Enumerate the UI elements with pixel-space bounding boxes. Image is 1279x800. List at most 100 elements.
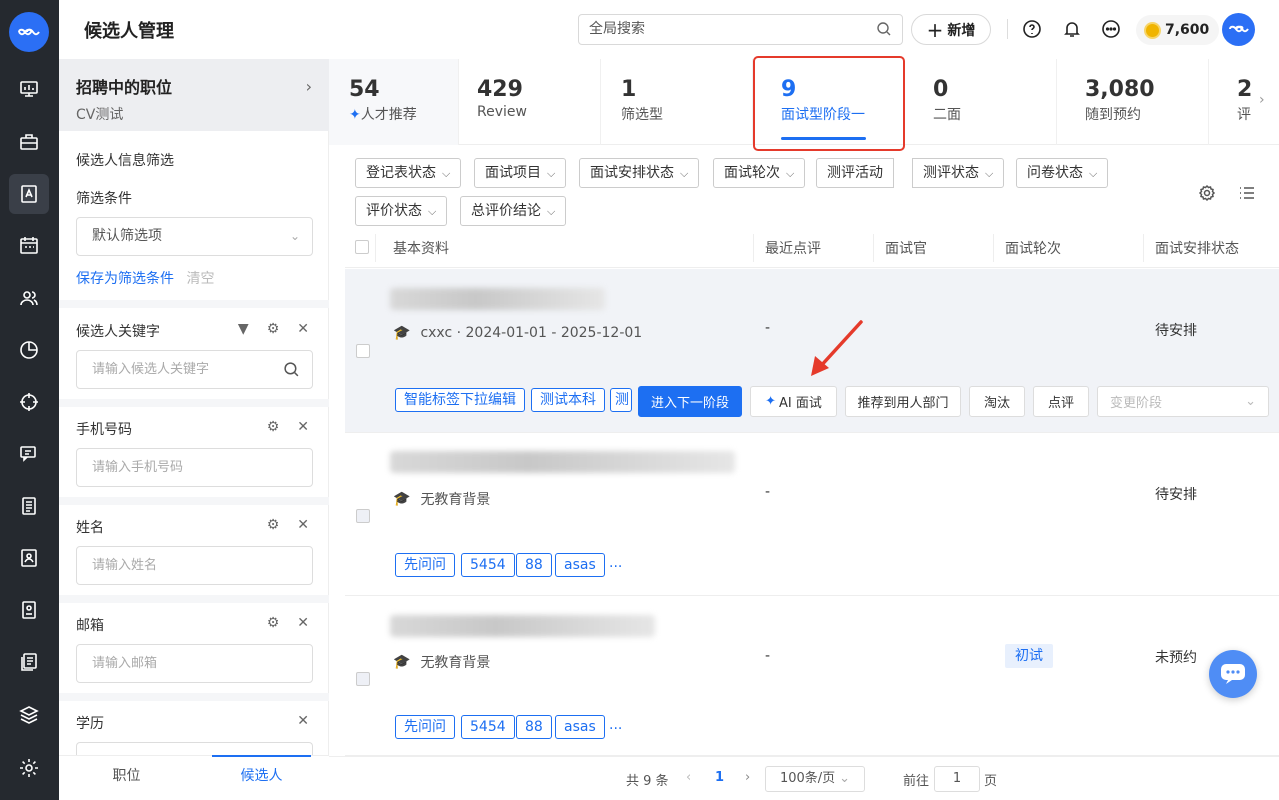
- settings-icon[interactable]: [15, 754, 43, 782]
- badge-icon[interactable]: [15, 596, 43, 624]
- conditions-label: 筛选条件: [76, 191, 132, 207]
- save-filter-link[interactable]: 保存为筛选条件: [76, 271, 174, 287]
- clear-link[interactable]: 清空: [186, 271, 214, 287]
- stage-count: 1: [621, 77, 637, 102]
- global-search-input[interactable]: 全局搜索: [578, 14, 903, 45]
- education-select[interactable]: [76, 742, 313, 755]
- table-row[interactable]: 🎓 无教育背景 - 初试 未预约 先问问 5454 88 asas ...: [345, 596, 1279, 756]
- row-checkbox[interactable]: [356, 672, 370, 686]
- eliminate-button[interactable]: 淘汰: [969, 386, 1025, 417]
- close-icon[interactable]: ✕: [297, 321, 309, 337]
- pie-chart-icon[interactable]: [15, 336, 43, 364]
- candidate-tag[interactable]: 5454: [461, 553, 515, 577]
- gear-icon[interactable]: ⚙: [267, 419, 280, 435]
- bell-icon[interactable]: [1062, 19, 1082, 39]
- stage-tab[interactable]: 2 评: [1217, 59, 1257, 145]
- contact-icon[interactable]: [15, 544, 43, 572]
- gear-icon[interactable]: ⚙: [267, 321, 280, 337]
- stage-tab[interactable]: 1 筛选型: [601, 59, 753, 145]
- candidate-tag[interactable]: 先问问: [395, 553, 455, 577]
- gear-icon[interactable]: ⚙: [267, 517, 280, 533]
- tab-jobs[interactable]: 职位: [59, 756, 194, 800]
- stage-tab[interactable]: 0 二面: [913, 59, 1057, 145]
- chevron-right-icon[interactable]: ›: [1259, 92, 1265, 108]
- ai-interview-button[interactable]: ✦ AI 面试: [750, 386, 837, 417]
- chat-bubble-icon[interactable]: [1209, 650, 1257, 698]
- chip-evaluation-status[interactable]: 评价状态 ⌵: [355, 196, 448, 226]
- chip-interview-project[interactable]: 面试项目 ⌵: [474, 158, 567, 188]
- candidate-tag[interactable]: asas: [555, 715, 605, 739]
- calendar-icon[interactable]: [15, 231, 43, 259]
- next-stage-button[interactable]: 进入下一阶段: [638, 386, 742, 417]
- list-doc-icon[interactable]: [15, 492, 43, 520]
- new-button[interactable]: + 新增: [911, 14, 991, 45]
- chip-overall-conclusion[interactable]: 总评价结论 ⌵: [460, 196, 567, 226]
- candidate-tag[interactable]: 88: [516, 715, 552, 739]
- keyword-input[interactable]: 请输入候选人关键字: [76, 350, 313, 389]
- filter-section-title: 候选人信息筛选: [76, 153, 174, 169]
- candidate-icon[interactable]: [9, 174, 49, 214]
- row-checkbox[interactable]: [356, 344, 370, 358]
- stage-count: 2: [1237, 77, 1253, 102]
- chip-interview-round[interactable]: 面试轮次 ⌵: [713, 158, 806, 188]
- message-icon[interactable]: [15, 440, 43, 468]
- email-input[interactable]: 请输入邮箱: [76, 644, 313, 683]
- avatar[interactable]: [1222, 13, 1255, 46]
- chip-assessment-status[interactable]: 测评状态 ⌵: [912, 158, 1005, 188]
- stage-label: 评: [1237, 107, 1251, 123]
- chevron-left-icon[interactable]: ‹: [686, 770, 691, 785]
- close-icon[interactable]: ✕: [297, 517, 309, 533]
- goto-page-input[interactable]: 1: [934, 766, 980, 792]
- table-row[interactable]: 🎓 无教育背景 - 待安排 先问问 5454 88 asas ...: [345, 433, 1279, 596]
- list-view-icon[interactable]: [1238, 184, 1256, 202]
- tab-candidates[interactable]: 候选人: [194, 755, 329, 800]
- candidate-tag[interactable]: 88: [516, 553, 552, 577]
- chip-survey-status[interactable]: 问卷状态 ⌵: [1016, 158, 1109, 188]
- chip-registration-status[interactable]: 登记表状态 ⌵: [355, 158, 462, 188]
- close-icon[interactable]: ✕: [297, 713, 309, 729]
- page-size-select[interactable]: 100条/页 ⌄: [765, 766, 865, 792]
- divider: [753, 234, 754, 262]
- stage-tab[interactable]: 54 ✦人才推荐: [329, 59, 459, 145]
- target-icon[interactable]: [15, 388, 43, 416]
- job-selector[interactable]: 招聘中的职位 CV测试 ›: [59, 59, 329, 131]
- document-icon[interactable]: [15, 648, 43, 676]
- filter-funnel-icon[interactable]: ▼: [238, 321, 249, 337]
- select-all-checkbox[interactable]: [355, 240, 369, 254]
- stage-tab[interactable]: 429 Review: [457, 59, 601, 145]
- candidate-tag[interactable]: 先问问: [395, 715, 455, 739]
- name-input[interactable]: 请输入姓名: [76, 546, 313, 585]
- users-icon[interactable]: [15, 284, 43, 312]
- more-tags[interactable]: ...: [609, 555, 622, 571]
- close-icon[interactable]: ✕: [297, 419, 309, 435]
- chip-interview-schedule[interactable]: 面试安排状态 ⌵: [579, 158, 700, 188]
- phone-input[interactable]: 请输入手机号码: [76, 448, 313, 487]
- divider: [59, 595, 329, 603]
- more-icon[interactable]: [1101, 19, 1121, 39]
- monitor-icon[interactable]: [15, 75, 43, 103]
- candidate-tag[interactable]: 智能标签下拉编辑: [395, 388, 525, 412]
- candidate-tag[interactable]: 测: [610, 388, 632, 412]
- divider: [59, 399, 329, 407]
- more-tags[interactable]: ...: [609, 717, 622, 733]
- gear-icon[interactable]: ⚙: [267, 615, 280, 631]
- chevron-right-icon[interactable]: ›: [745, 770, 750, 785]
- coins-balance[interactable]: 7,600: [1136, 15, 1219, 45]
- close-icon[interactable]: ✕: [297, 615, 309, 631]
- candidate-tag[interactable]: 5454: [461, 715, 515, 739]
- briefcase-icon[interactable]: [15, 128, 43, 156]
- help-icon[interactable]: [1022, 19, 1042, 39]
- candidate-tag[interactable]: asas: [555, 553, 605, 577]
- app-logo[interactable]: [9, 12, 49, 52]
- stage-tab[interactable]: 3,080 随到预约: [1065, 59, 1209, 145]
- chip-assessment-activity[interactable]: 测评活动: [816, 158, 894, 188]
- gear-icon[interactable]: [1198, 184, 1216, 202]
- recommend-button[interactable]: 推荐到用人部门: [845, 386, 961, 417]
- page-number[interactable]: 1: [715, 770, 724, 785]
- change-stage-select[interactable]: 变更阶段 ⌄: [1097, 386, 1269, 417]
- comment-button[interactable]: 点评: [1033, 386, 1089, 417]
- candidate-tag[interactable]: 测试本科: [531, 388, 605, 412]
- conditions-select[interactable]: 默认筛选项 ⌄: [76, 217, 313, 256]
- layers-icon[interactable]: [15, 701, 43, 729]
- row-checkbox[interactable]: [356, 509, 370, 523]
